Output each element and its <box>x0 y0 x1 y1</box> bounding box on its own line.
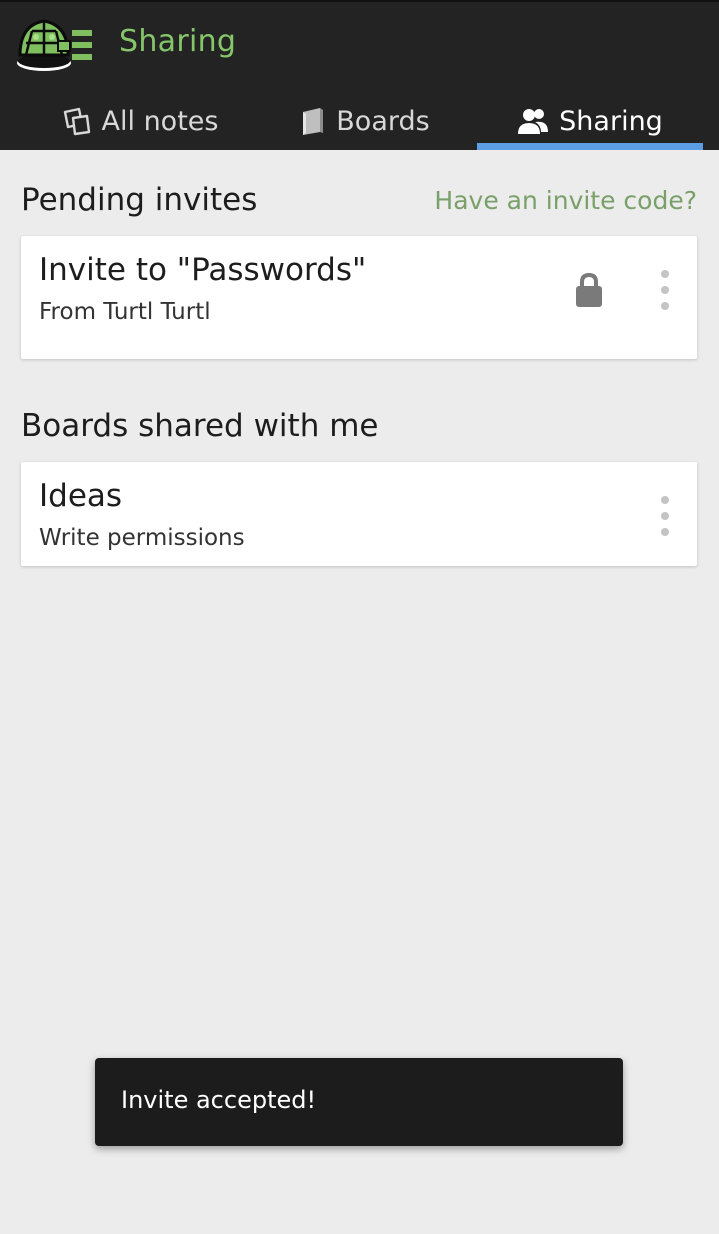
tab-boards[interactable]: Boards <box>255 92 475 150</box>
tab-sharing-label: Sharing <box>559 105 663 137</box>
invite-menu-icon[interactable] <box>655 270 675 310</box>
shared-boards-heading: Boards shared with me <box>21 408 379 444</box>
invite-sender: From Turtl Turtl <box>39 299 211 325</box>
people-icon <box>517 106 549 136</box>
invite-card[interactable]: Invite to "Passwords" From Turtl Turtl <box>21 236 697 359</box>
invite-title: Invite to "Passwords" <box>39 252 367 288</box>
snackbar-message: Invite accepted! <box>121 1086 317 1114</box>
snackbar: Invite accepted! <box>95 1058 623 1146</box>
top-border <box>0 0 719 2</box>
tab-all-notes-label: All notes <box>101 105 219 137</box>
invite-code-link[interactable]: Have an invite code? <box>434 186 697 215</box>
turtle-logo-icon[interactable] <box>14 15 94 73</box>
tab-boards-label: Boards <box>336 105 430 137</box>
active-tab-indicator <box>477 143 703 150</box>
tab-sharing[interactable]: Sharing <box>477 92 703 150</box>
page-title: Sharing <box>119 24 237 59</box>
board-icon <box>300 106 326 136</box>
tab-all-notes[interactable]: All notes <box>20 92 260 150</box>
board-title: Ideas <box>39 478 123 514</box>
shared-board-card[interactable]: Ideas Write permissions <box>21 462 697 566</box>
board-permissions: Write permissions <box>39 525 245 551</box>
lock-icon <box>576 272 602 307</box>
app-header: Sharing All notes Boards Sharing <box>0 0 719 150</box>
pending-invites-heading: Pending invites <box>21 182 258 218</box>
board-menu-icon[interactable] <box>655 496 675 536</box>
notes-icon <box>62 106 92 136</box>
